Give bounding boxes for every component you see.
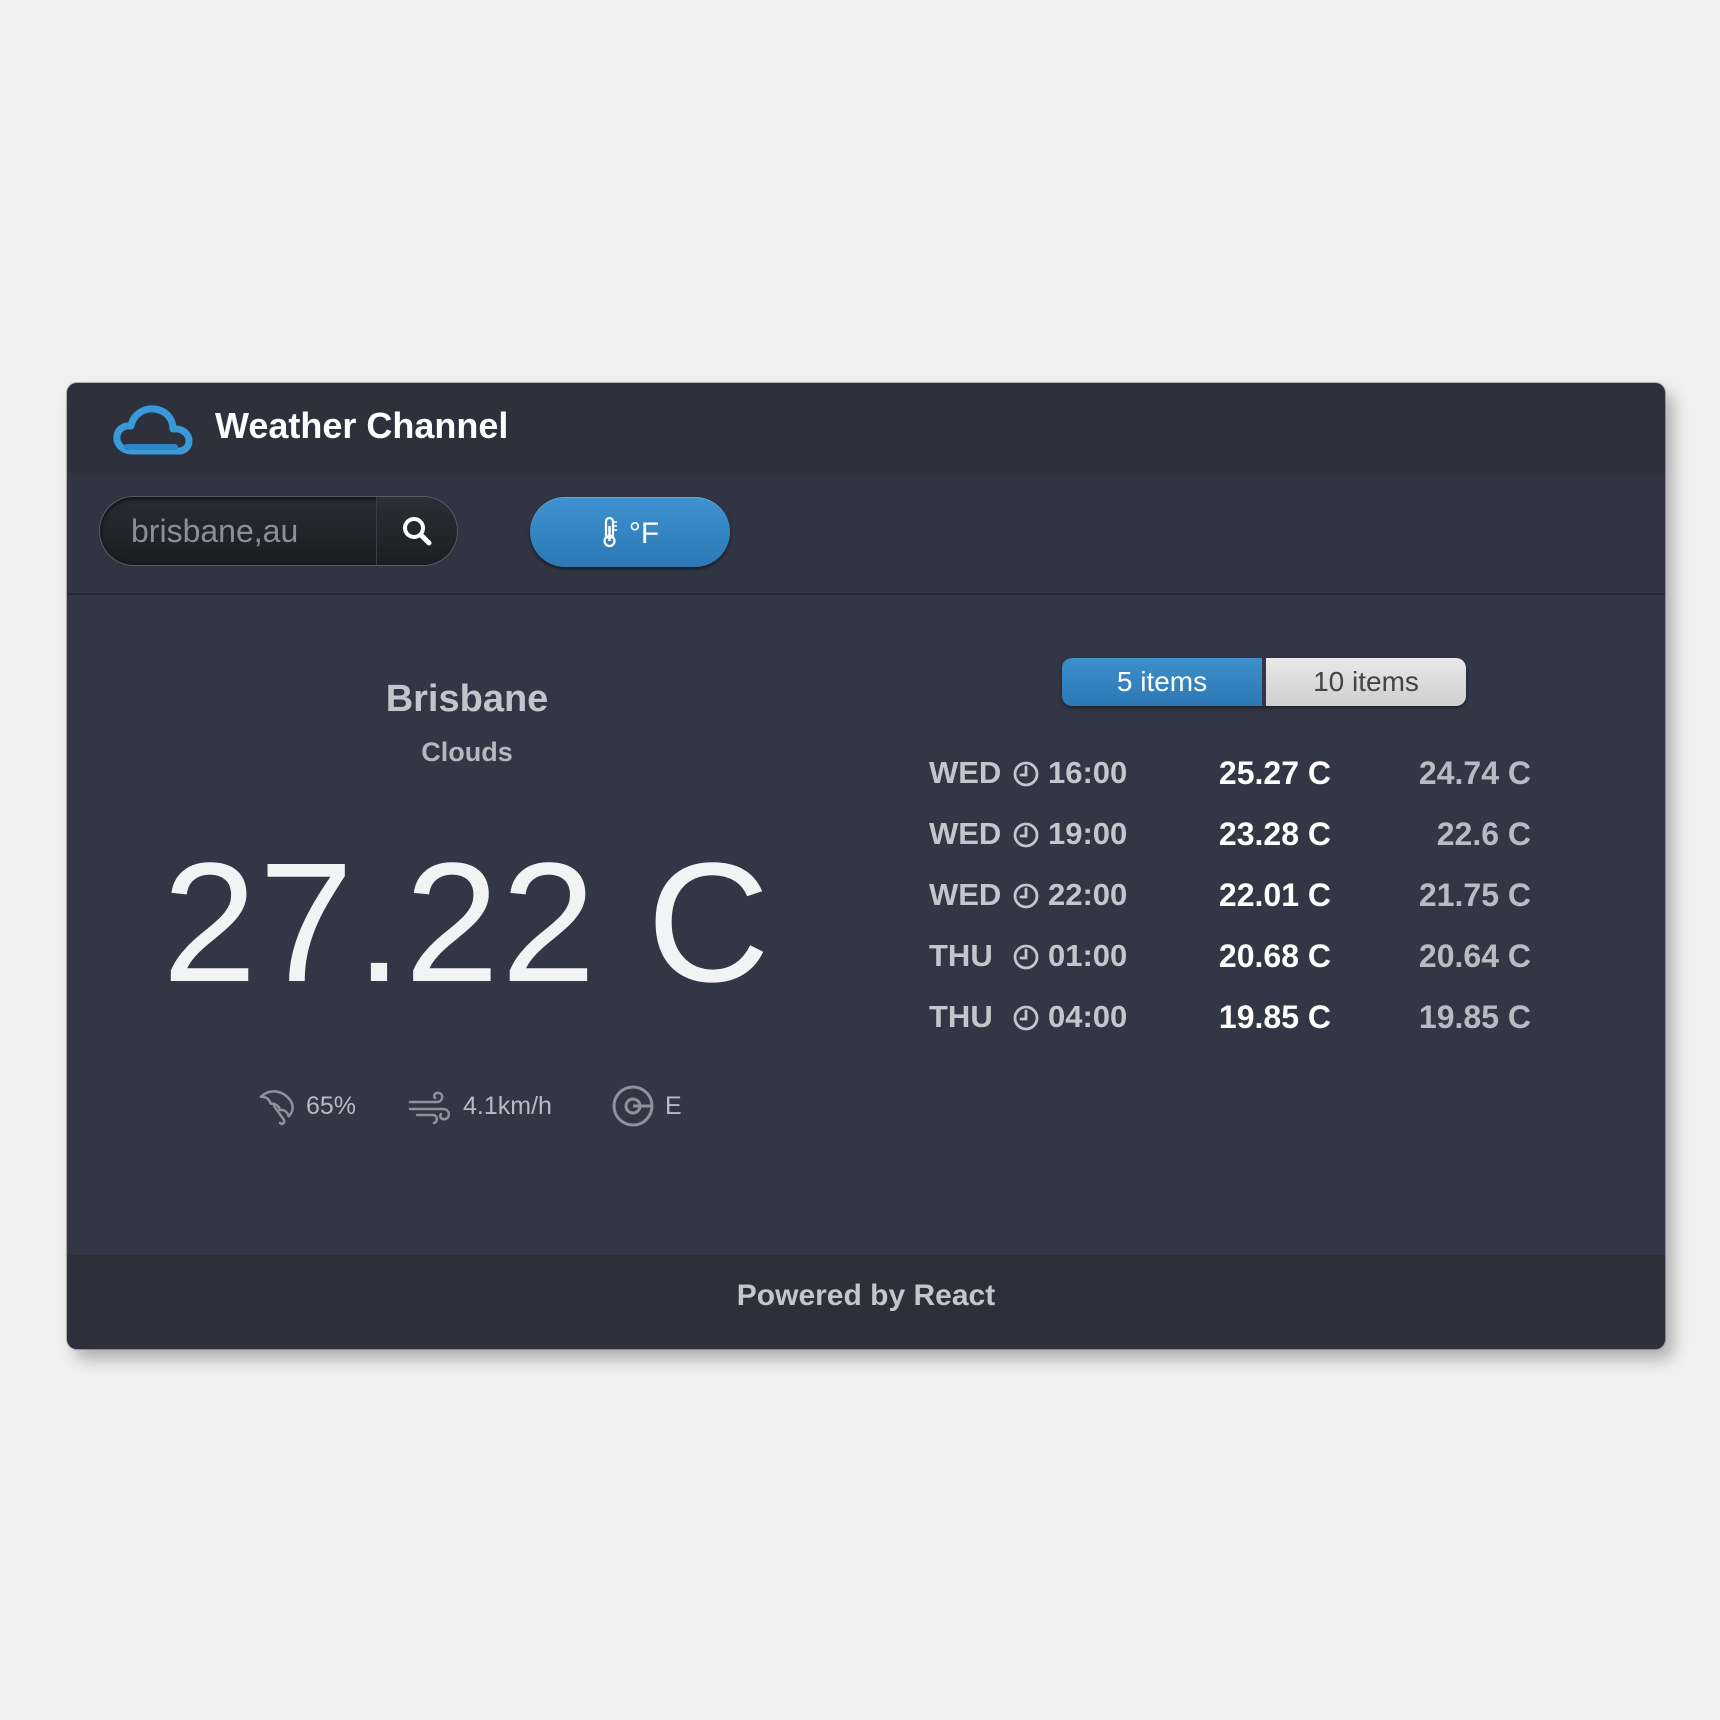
clock-icon [1013, 883, 1039, 909]
forecast-time: 22:00 [1048, 877, 1128, 912]
forecast-low: 19.85 C [1418, 999, 1531, 1035]
forecast-time: 01:00 [1048, 938, 1128, 973]
forecast-day: WED [929, 877, 1002, 912]
forecast-day: THU [929, 938, 993, 973]
weather-stats: 65% 4.1km/h E [67, 1081, 867, 1131]
forecast-time: 04:00 [1048, 999, 1128, 1034]
forecast-day: THU [929, 999, 993, 1034]
forecast-low: 22.6 C [1436, 816, 1531, 852]
clock-icon [1013, 944, 1039, 970]
weather-card: Weather Channel °F Brisbane [67, 383, 1665, 1349]
thermometer-icon [603, 516, 617, 548]
wind-icon [408, 1091, 451, 1125]
wind-direction-stat: E [611, 1081, 682, 1131]
forecast-row: THU 04:00 19.85 C 19.85 C [67, 993, 1665, 1041]
toolbar: °F [67, 473, 1665, 595]
wind-speed-stat: 4.1km/h [407, 1081, 552, 1131]
search-input[interactable] [100, 497, 380, 565]
search-box [100, 497, 457, 565]
compass-icon [612, 1085, 654, 1127]
app-header: Weather Channel [67, 383, 1665, 474]
forecast-row: WED 22:00 22.01 C 21.75 C [67, 871, 1665, 919]
forecast-time: 19:00 [1048, 816, 1128, 851]
clock-icon [1013, 761, 1039, 787]
wind-speed-value: 4.1km/h [463, 1091, 552, 1120]
search-button[interactable] [376, 497, 457, 565]
forecast-high: 25.27 C [1218, 755, 1331, 791]
forecast-row: WED 19:00 23.28 C 22.6 C [67, 810, 1665, 858]
forecast-high: 23.28 C [1218, 816, 1331, 852]
forecast-day: WED [929, 755, 1002, 790]
footer: Powered by React [67, 1255, 1665, 1349]
forecast-row: THU 01:00 20.68 C 20.64 C [67, 932, 1665, 980]
forecast-high: 22.01 C [1218, 877, 1331, 913]
search-icon [403, 517, 432, 546]
humidity-value: 65% [306, 1091, 357, 1120]
app-title: Weather Channel [215, 405, 509, 446]
forecast-row: WED 16:00 25.27 C 24.74 C [67, 749, 1665, 797]
clock-icon [1013, 1005, 1039, 1031]
unit-toggle-label: °F [628, 517, 660, 550]
forecast-high: 19.85 C [1218, 999, 1331, 1035]
forecast-time: 16:00 [1048, 755, 1128, 790]
forecast-low: 24.74 C [1418, 755, 1531, 791]
ten-items-button[interactable]: 10 items [1266, 658, 1466, 706]
cloud-icon [113, 405, 193, 455]
forecast-day: WED [929, 816, 1002, 851]
wind-direction-value: E [665, 1091, 682, 1120]
clock-icon [1013, 822, 1039, 848]
unit-toggle-button[interactable]: °F [530, 497, 730, 567]
city-name: Brisbane [385, 678, 549, 720]
humidity-stat: 65% [252, 1081, 356, 1131]
five-items-button[interactable]: 5 items [1062, 658, 1262, 706]
forecast-count-toggle: 5 items 10 items [1062, 658, 1466, 706]
forecast-high: 20.68 C [1218, 938, 1331, 974]
umbrella-icon [259, 1090, 294, 1126]
forecast-low: 20.64 C [1418, 938, 1531, 974]
footer-text: Powered by React [736, 1279, 996, 1312]
forecast-low: 21.75 C [1418, 877, 1531, 913]
